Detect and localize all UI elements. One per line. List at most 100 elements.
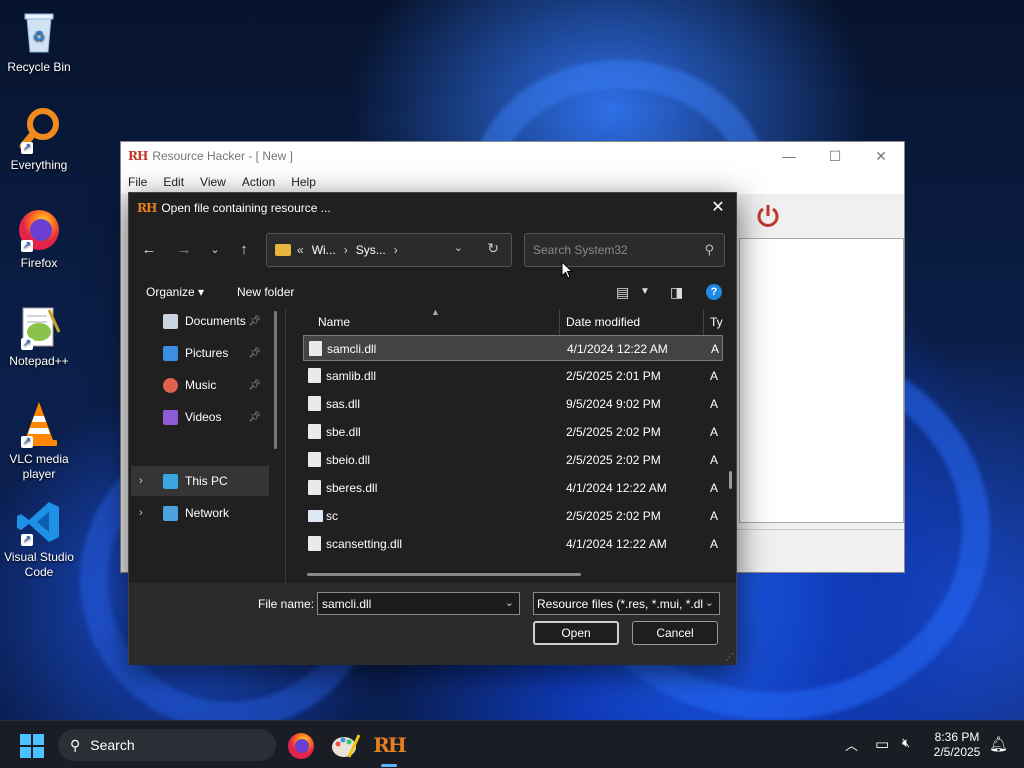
nav-item-pictures[interactable]: Pictures 📌︎ (131, 338, 269, 368)
organize-button[interactable]: Organize ▾ (146, 285, 204, 299)
up-arrow-icon[interactable]: ↑ (233, 239, 255, 261)
view-dropdown-icon[interactable]: ▼ (640, 286, 650, 297)
breadcrumb-chevron-icon[interactable]: › (344, 243, 348, 257)
file-row[interactable]: sbeio.dll 2/5/2025 2:02 PM A (303, 447, 723, 473)
desktop-icon-recycle-bin[interactable]: ♻ Recycle Bin (4, 8, 74, 75)
file-list-vertical-scrollbar[interactable] (729, 471, 732, 489)
recent-locations-chevron-icon[interactable]: ⌄ (204, 239, 226, 261)
taskbar-clock[interactable]: 8:36 PM 2/5/2025 (928, 730, 986, 760)
volume-muted-icon[interactable]: 🔇︎ (902, 735, 910, 751)
nav-item-documents[interactable]: Documents 📌︎ (131, 306, 269, 336)
desktop-icon-firefox[interactable]: ↗ Firefox (4, 204, 74, 271)
dialog-close-button[interactable]: ✕ (708, 198, 728, 218)
refresh-icon[interactable]: ↻ (487, 240, 499, 257)
network-status-icon[interactable]: ▭ (875, 735, 889, 753)
pin-icon: 📌︎ (248, 347, 261, 359)
file-list-horizontal-scrollbar[interactable] (307, 573, 581, 576)
menu-help[interactable]: Help (291, 175, 316, 189)
power-icon[interactable] (755, 203, 781, 229)
menu-view[interactable]: View (200, 175, 226, 189)
file-row[interactable]: sberes.dll 4/1/2024 12:22 AM A (303, 475, 723, 501)
column-header-name[interactable]: Name (318, 315, 350, 329)
pin-icon: 📌︎ (248, 411, 261, 423)
file-type: A (710, 481, 719, 495)
open-file-dialog[interactable]: RH Open file containing resource ... ✕ ←… (128, 192, 737, 665)
address-bar[interactable]: « Wi... › Sys... › ⌄ ↻ (266, 233, 512, 267)
column-header-type[interactable]: Ty (710, 315, 723, 329)
breadcrumb-chevron-icon[interactable]: › (394, 243, 398, 257)
nav-item-label: This PC (185, 474, 228, 488)
nav-item-this-pc[interactable]: › This PC (131, 466, 269, 496)
file-row[interactable]: samlib.dll 2/5/2025 2:01 PM A (303, 363, 723, 389)
file-date: 2/5/2025 2:02 PM (566, 509, 661, 523)
breadcrumb-segment[interactable]: Sys... (356, 243, 386, 257)
chevron-down-icon[interactable]: ⌄ (702, 596, 714, 609)
nav-item-label: Videos (185, 410, 222, 424)
nav-item-videos[interactable]: Videos 📌︎ (131, 402, 269, 432)
column-header-date[interactable]: Date modified (566, 315, 640, 329)
menu-action[interactable]: Action (242, 175, 275, 189)
desktop-icon-vscode[interactable]: ↗ Visual Studio Code (4, 498, 74, 580)
file-row[interactable]: samcli.dll 4/1/2024 12:22 AM A (303, 335, 723, 361)
taskbar-search[interactable]: ⚲ Search (58, 729, 276, 761)
desktop-icon-notepadpp[interactable]: ↗ Notepad++ (4, 302, 74, 369)
address-dropdown-icon[interactable]: ⌄ (454, 241, 463, 254)
maximize-button[interactable]: ☐ (812, 148, 858, 165)
preview-pane-icon[interactable]: ◨ (670, 284, 683, 301)
expand-chevron-icon[interactable]: › (139, 507, 143, 519)
resource-hacker-icon[interactable]: RH (373, 729, 407, 761)
music-icon (163, 377, 178, 393)
nav-item-network[interactable]: › Network (131, 498, 269, 528)
file-row[interactable]: scansetting.dll 4/1/2024 12:22 AM A (303, 531, 723, 557)
search-icon[interactable]: ⚲ (704, 242, 714, 258)
dll-file-icon (308, 536, 321, 551)
open-button[interactable]: Open (533, 621, 619, 645)
column-divider[interactable] (703, 309, 704, 335)
file-row[interactable]: sbe.dll 2/5/2025 2:02 PM A (303, 419, 723, 445)
nav-pane-scrollbar[interactable] (274, 311, 277, 449)
desktop-icon-everything[interactable]: ↗ Everything (4, 106, 74, 173)
pane-splitter[interactable] (285, 309, 286, 584)
search-box[interactable]: ⚲ (524, 233, 725, 267)
close-button[interactable]: ✕ (858, 148, 904, 165)
rh-titlebar[interactable]: RH Resource Hacker - [ New ] — ☐ ✕ (121, 142, 904, 170)
file-type: A (710, 425, 719, 439)
svg-text:♻: ♻ (33, 29, 46, 45)
windows-start-icon[interactable] (20, 734, 44, 758)
rh-editor-pane[interactable] (739, 238, 904, 523)
help-icon[interactable]: ? (706, 284, 722, 300)
menu-edit[interactable]: Edit (163, 175, 184, 189)
back-arrow-icon[interactable]: ← (138, 239, 160, 261)
nav-item-music[interactable]: Music 📌︎ (131, 370, 269, 400)
shortcut-arrow-icon: ↗ (21, 534, 33, 546)
new-folder-button[interactable]: New folder (237, 285, 294, 299)
address-overflow[interactable]: « (297, 243, 304, 257)
dialog-titlebar[interactable]: RH Open file containing resource ... (129, 193, 736, 223)
file-type-filter[interactable]: Resource files (*.res, *.mui, *.dll ⌄ (533, 592, 720, 615)
menu-file[interactable]: File (128, 175, 147, 189)
file-name-input[interactable] (322, 597, 497, 611)
desktop-icon-vlc[interactable]: ↗ VLC media player (4, 400, 74, 482)
notification-bell-icon[interactable]: 🔔︎ (989, 735, 1008, 753)
file-row[interactable]: sc 2/5/2025 2:02 PM A (303, 503, 723, 529)
forward-arrow-icon[interactable]: → (173, 239, 195, 261)
view-options-icon[interactable]: ▤ (616, 284, 629, 301)
file-row[interactable]: sas.dll 9/5/2024 9:02 PM A (303, 391, 723, 417)
file-name: sas.dll (326, 397, 361, 411)
file-name-combobox[interactable]: ⌄ (317, 592, 520, 615)
search-input[interactable] (533, 243, 693, 257)
minimize-button[interactable]: — (766, 148, 812, 165)
chevron-down-icon[interactable]: ⌄ (505, 596, 514, 609)
file-name: sc (326, 509, 338, 523)
cancel-button[interactable]: Cancel (632, 621, 718, 645)
shortcut-arrow-icon: ↗ (21, 338, 33, 350)
rh-app-icon: RH (128, 149, 148, 163)
breadcrumb-segment[interactable]: Wi... (312, 243, 336, 257)
paint-icon[interactable] (329, 729, 361, 761)
file-list[interactable]: ▲ Name Date modified Ty samcli.dll 4/1/2… (297, 309, 729, 584)
expand-chevron-icon[interactable]: › (139, 475, 143, 487)
show-hidden-icons-chevron-icon[interactable]: ︿ (845, 735, 858, 754)
resize-grip-icon[interactable]: ⋰ (725, 652, 734, 663)
column-divider[interactable] (559, 309, 560, 335)
firefox-icon[interactable] (285, 729, 317, 761)
